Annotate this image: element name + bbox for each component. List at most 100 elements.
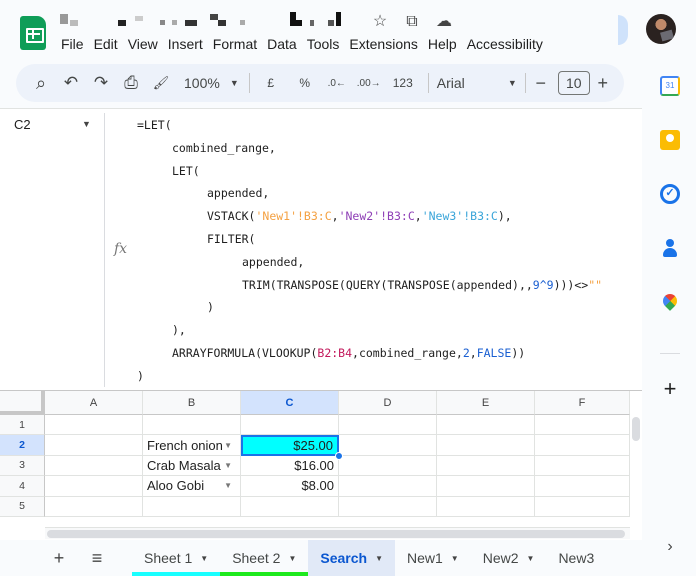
cell-f1[interactable]	[535, 415, 630, 436]
sheet-tab-menu-icon[interactable]: ▼	[527, 554, 535, 563]
column-header-c[interactable]: C	[241, 391, 339, 415]
name-box[interactable]: C2	[14, 117, 31, 132]
add-sheet-button[interactable]: +	[40, 548, 78, 569]
increase-decimal-button[interactable]: .00→	[356, 69, 382, 97]
fill-handle[interactable]	[335, 451, 343, 460]
menu-data[interactable]: Data	[262, 35, 302, 53]
percent-format-button[interactable]: %	[292, 69, 318, 97]
tasks-icon[interactable]: ✓	[660, 184, 680, 204]
currency-format-button[interactable]: £	[258, 69, 284, 97]
vertical-scrollbar[interactable]	[630, 415, 642, 525]
keep-icon[interactable]	[660, 130, 680, 150]
cell-b1[interactable]	[143, 415, 241, 436]
share-button-edge[interactable]	[618, 15, 628, 45]
dropdown-chip-icon[interactable]: ▼	[224, 481, 232, 490]
sheet-tab-new1[interactable]: New1 ▼	[395, 540, 471, 576]
cell-e1[interactable]	[437, 415, 535, 436]
sheet-tab-menu-icon[interactable]: ▼	[288, 554, 296, 563]
cell-b5[interactable]	[143, 496, 241, 517]
redo-icon[interactable]: ↷	[88, 69, 114, 97]
cell-a5[interactable]	[45, 496, 143, 517]
cell-e4[interactable]	[437, 476, 535, 497]
expand-side-panel-icon[interactable]: ›	[660, 538, 680, 556]
menu-insert[interactable]: Insert	[163, 35, 208, 53]
column-header-b[interactable]: B	[143, 391, 241, 415]
cell-a3[interactable]	[45, 455, 143, 477]
cell-c2[interactable]: $25.00	[241, 435, 339, 456]
more-formats-button[interactable]: 123	[390, 69, 416, 97]
cell-f4[interactable]	[535, 476, 630, 497]
cell-d1[interactable]	[339, 415, 437, 436]
menu-accessibility[interactable]: Accessibility	[462, 35, 548, 53]
row-header-5[interactable]: 5	[0, 496, 45, 517]
menu-tools[interactable]: Tools	[302, 35, 345, 53]
cell-e5[interactable]	[437, 496, 535, 517]
search-menus-icon[interactable]: ⌕	[28, 69, 54, 97]
cell-c5[interactable]	[241, 496, 339, 517]
document-title-obscured[interactable]	[60, 12, 350, 32]
contacts-icon[interactable]	[660, 238, 680, 258]
horizontal-scrollbar[interactable]	[45, 527, 630, 539]
horizontal-scroll-thumb[interactable]	[47, 530, 625, 538]
sheet-tab-menu-icon[interactable]: ▼	[200, 554, 208, 563]
column-header-a[interactable]: A	[45, 391, 143, 415]
zoom-select[interactable]: 100% ▼	[184, 75, 239, 91]
vertical-scroll-thumb[interactable]	[632, 417, 640, 441]
font-select[interactable]: Arial ▼	[437, 75, 517, 91]
cloud-saved-icon[interactable]: ☁	[434, 12, 454, 32]
calendar-icon[interactable]: 31	[660, 76, 680, 96]
sheet-tab-search[interactable]: Search ▼	[308, 540, 395, 576]
dropdown-chip-icon[interactable]: ▼	[224, 441, 232, 450]
user-avatar[interactable]	[646, 14, 676, 44]
menu-edit[interactable]: Edit	[89, 35, 123, 53]
cell-c3[interactable]: $16.00	[241, 455, 339, 477]
row-header-2[interactable]: 2	[0, 435, 45, 456]
row-header-4[interactable]: 4	[0, 476, 45, 497]
cell-b4[interactable]: Aloo Gobi ▼	[143, 476, 241, 497]
sheet-tab-new3[interactable]: New3	[546, 540, 606, 576]
font-size-input[interactable]: 10	[557, 71, 590, 95]
sheet-tab-menu-icon[interactable]: ▼	[451, 554, 459, 563]
cell-d5[interactable]	[339, 496, 437, 517]
cell-f5[interactable]	[535, 496, 630, 517]
paint-format-icon[interactable]: 🖌	[148, 69, 174, 97]
cell-a1[interactable]	[45, 415, 143, 436]
cell-d4[interactable]	[339, 476, 437, 497]
print-icon[interactable]: ⎙	[118, 69, 144, 97]
get-add-ons-icon[interactable]: +	[660, 376, 680, 402]
move-to-folder-icon[interactable]: ⧉	[402, 12, 422, 32]
column-header-e[interactable]: E	[437, 391, 535, 415]
menu-extensions[interactable]: Extensions	[344, 35, 422, 53]
cell-e3[interactable]	[437, 455, 535, 477]
dropdown-chip-icon[interactable]: ▼	[224, 461, 232, 470]
cell-b2[interactable]: French onion ▼	[143, 435, 241, 456]
sheet-tab-new2[interactable]: New2 ▼	[471, 540, 547, 576]
maps-icon[interactable]	[660, 291, 680, 311]
sheet-tab-sheet-2[interactable]: Sheet 2 ▼	[220, 540, 309, 576]
increase-font-size-button[interactable]: +	[596, 69, 610, 97]
sheet-tab-menu-icon[interactable]: ▼	[375, 554, 383, 563]
cell-c4[interactable]: $8.00	[241, 476, 339, 497]
decrease-font-size-button[interactable]: −	[534, 69, 548, 97]
cell-c1[interactable]	[241, 415, 339, 436]
column-header-d[interactable]: D	[339, 391, 437, 415]
column-header-f[interactable]: F	[535, 391, 630, 415]
cell-b3[interactable]: Crab Masala ▼	[143, 455, 241, 477]
menu-format[interactable]: Format	[208, 35, 262, 53]
row-header-1[interactable]: 1	[0, 415, 45, 436]
menu-help[interactable]: Help	[423, 35, 462, 53]
name-box-dropdown-icon[interactable]: ▼	[82, 119, 91, 129]
cell-d2[interactable]	[339, 435, 437, 456]
cell-f2[interactable]	[535, 435, 630, 456]
menu-file[interactable]: File	[56, 35, 89, 53]
cell-a4[interactable]	[45, 476, 143, 497]
select-all-corner[interactable]	[0, 391, 45, 415]
decrease-decimal-button[interactable]: .0←	[324, 69, 350, 97]
menu-view[interactable]: View	[123, 35, 163, 53]
star-icon[interactable]: ☆	[370, 12, 390, 32]
row-header-3[interactable]: 3	[0, 455, 45, 477]
all-sheets-button[interactable]: ≡	[78, 548, 116, 569]
cell-a2[interactable]	[45, 435, 143, 456]
undo-icon[interactable]: ↶	[58, 69, 84, 97]
cell-e2[interactable]	[437, 435, 535, 456]
